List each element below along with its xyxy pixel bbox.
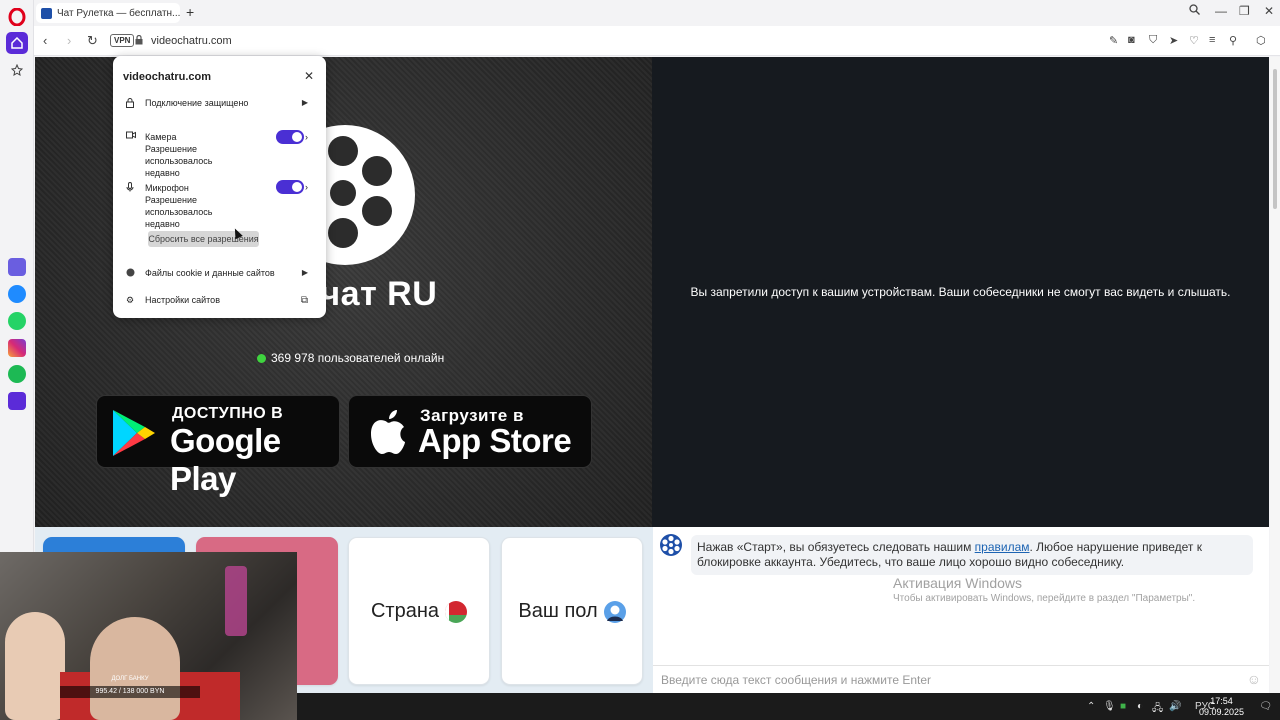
menu-icon[interactable]: ≡: [1209, 34, 1215, 46]
google-play-big-text: Google Play: [170, 422, 281, 497]
home-icon[interactable]: [6, 32, 28, 54]
extensions-icon[interactable]: ⬡: [1256, 34, 1266, 47]
forward-icon[interactable]: ›: [67, 33, 71, 48]
maximize-icon[interactable]: ❐: [1239, 4, 1250, 18]
minimize-icon[interactable]: —: [1215, 4, 1227, 18]
apple-icon: [371, 410, 405, 454]
reel-avatar-icon: [660, 534, 682, 556]
shield-icon[interactable]: ⛉: [1149, 34, 1157, 47]
search-tabs-icon[interactable]: [1189, 4, 1200, 18]
reload-icon[interactable]: ↻: [87, 33, 98, 49]
popup-title: videochatru.com: [123, 71, 212, 83]
tab-bar: Чат Рулетка — бесплатн... × + — ❐ ✕: [34, 0, 1280, 26]
back-icon[interactable]: ‹: [43, 33, 47, 48]
url-text[interactable]: videochatru.com: [151, 35, 232, 47]
profile-icon[interactable]: ⚲: [1229, 34, 1237, 47]
rules-message: Нажав «Старт», вы обязуетесь следовать н…: [691, 535, 1253, 575]
microphone-icon: [126, 182, 136, 194]
emoji-icon[interactable]: ☺: [1247, 671, 1261, 687]
camera-snapshot-icon[interactable]: ◙: [1128, 34, 1135, 46]
online-dot-icon: [257, 353, 266, 363]
country-label: Страна: [370, 600, 440, 622]
tray-app-icon[interactable]: ◐: [1137, 701, 1143, 712]
connection-secure-row[interactable]: Подключение защищено ▶: [126, 98, 314, 110]
app-store-button[interactable]: Загрузите в App Store: [348, 395, 592, 468]
remote-video-area: Вы запретили доступ к вашим устройствам.…: [652, 57, 1269, 527]
address-bar: ‹ › ↻ VPN videochatru.com ✎ ◙ ⛉ ➤ ♡ ≡ ⚲ …: [34, 26, 1280, 56]
stream-hud-title: ДОЛГ БАНКУ: [111, 676, 149, 682]
messenger-icon[interactable]: [8, 285, 26, 303]
bookmarks-icon[interactable]: [6, 59, 28, 81]
google-play-button[interactable]: ДОСТУПНО В Google Play: [96, 395, 340, 497]
page-scrollbar[interactable]: [1270, 57, 1280, 693]
site-favicon-icon: [41, 7, 52, 19]
send-icon[interactable]: ➤: [1169, 34, 1178, 47]
google-play-small-text: ДОСТУПНО В: [172, 405, 284, 422]
edit-icon[interactable]: ✎: [1109, 34, 1118, 47]
microphone-toggle[interactable]: [276, 180, 304, 194]
online-count-text: 369 978 пользователей онлайн: [271, 351, 445, 365]
reset-permissions-button[interactable]: Сбросить все разрешения: [148, 231, 259, 247]
country-selector[interactable]: Страна: [348, 537, 490, 685]
aria-icon[interactable]: [8, 258, 26, 276]
heart-icon[interactable]: ♡: [1189, 34, 1199, 47]
player-icon[interactable]: [8, 392, 26, 410]
google-play-icon: [113, 410, 155, 456]
tab-title: Чат Рулетка — бесплатн...: [57, 7, 180, 19]
windows-activation-watermark: Активация Windows Чтобы активировать Win…: [893, 575, 1196, 604]
nvidia-tray-icon[interactable]: ■: [1120, 701, 1126, 712]
gender-selector[interactable]: Ваш пол: [501, 537, 643, 685]
windows-taskbar: ⌃ 🎙 ■ ◐ 🖧 🔊 РУС 17:54 09.09.2025 🗨: [297, 693, 1280, 720]
cookies-row[interactable]: Файлы cookie и данные сайтов ▶: [126, 268, 314, 279]
instagram-icon[interactable]: [8, 339, 26, 357]
popup-close-icon[interactable]: ✕: [304, 69, 314, 83]
open-external-icon: ⧉: [300, 295, 308, 306]
cookie-icon: [126, 268, 136, 279]
site-info-popup: videochatru.com ✕ Подключение защищено ▶…: [113, 56, 326, 318]
clock[interactable]: 17:54 09.09.2025: [1199, 696, 1244, 718]
opera-logo-icon[interactable]: [8, 8, 26, 26]
online-counter: 369 978 пользователей онлайн: [257, 351, 444, 365]
window-close-icon[interactable]: ✕: [1264, 4, 1274, 18]
microphone-tray-icon[interactable]: 🎙: [1103, 701, 1116, 712]
chevron-up-icon[interactable]: ⌃: [1087, 701, 1095, 712]
notifications-icon[interactable]: 🗨: [1259, 701, 1272, 712]
camera-toggle[interactable]: [276, 130, 304, 144]
vpn-badge[interactable]: VPN: [110, 34, 135, 47]
new-tab-icon[interactable]: +: [186, 4, 194, 20]
network-icon[interactable]: 🖧: [1152, 701, 1163, 718]
microphone-chevron-icon[interactable]: ›: [305, 182, 308, 192]
tab-videochat[interactable]: Чат Рулетка — бесплатн... ×: [36, 3, 180, 23]
spotify-icon[interactable]: [8, 365, 26, 383]
male-avatar-icon: [603, 600, 626, 623]
chat-input[interactable]: Введите сюда текст сообщения и нажмите E…: [653, 665, 1269, 693]
rules-link[interactable]: правилам: [975, 540, 1030, 554]
camera-icon: [126, 131, 136, 141]
chevron-right-icon: ▶: [301, 98, 308, 107]
whatsapp-icon[interactable]: [8, 312, 26, 330]
lock-icon: [126, 98, 136, 110]
app-store-big-text: App Store: [418, 422, 572, 459]
access-denied-message: Вы запретили доступ к вашим устройствам.…: [690, 285, 1231, 299]
chat-panel: Нажав «Старт», вы обязуетесь следовать н…: [653, 527, 1269, 693]
volume-icon[interactable]: 🔊: [1169, 701, 1181, 712]
gear-icon: ⚙: [126, 295, 135, 305]
camera-chevron-icon[interactable]: ›: [305, 132, 308, 142]
stream-hud-value: 995.42 / 138 000 BYN: [60, 686, 200, 698]
chevron-right-icon: ▶: [301, 268, 308, 277]
site-settings-row[interactable]: ⚙ Настройки сайтов ⧉: [126, 295, 314, 306]
belarus-flag-icon: [445, 600, 468, 623]
streamer-webcam-overlay: ДОЛГ БАНКУ 995.42 / 138 000 BYN: [0, 552, 297, 720]
lock-icon[interactable]: [135, 35, 143, 45]
gender-label: Ваш пол: [518, 600, 598, 622]
